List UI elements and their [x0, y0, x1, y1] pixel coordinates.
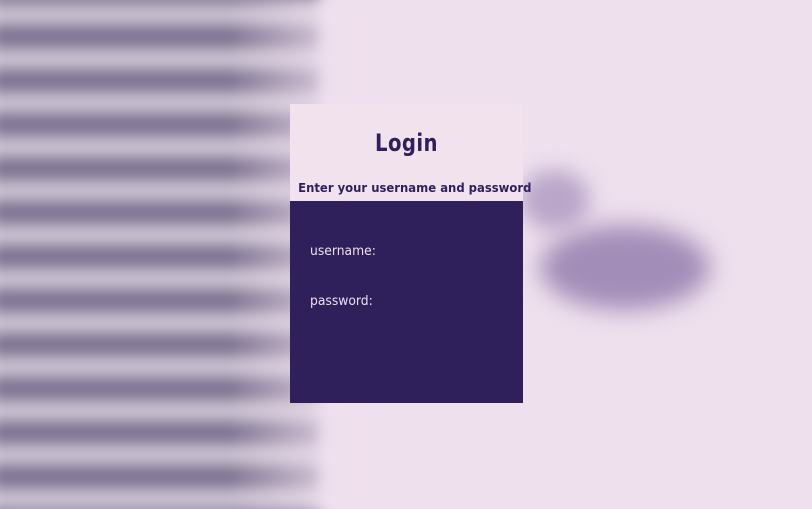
username-label: username:: [310, 244, 376, 259]
password-label: password:: [310, 294, 373, 309]
login-title: Login: [375, 129, 438, 157]
login-form: username: password:: [290, 201, 523, 403]
login-header: Login Enter your username and password: [290, 104, 532, 201]
login-panel: Login Enter your username and password u…: [290, 104, 532, 403]
login-subtitle: Enter your username and password: [298, 180, 532, 195]
blurred-shape-large: [540, 225, 710, 310]
blurred-shape-small: [520, 170, 590, 230]
